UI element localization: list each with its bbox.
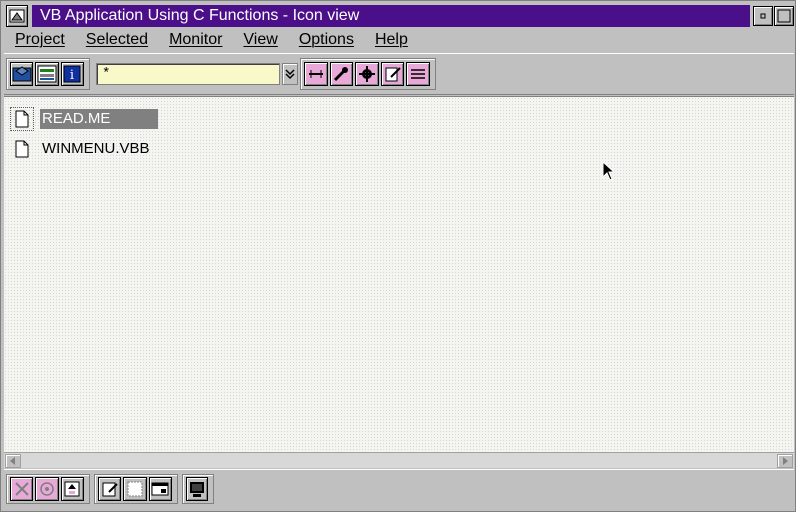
info-button[interactable]: i [60,62,84,86]
file-name: WINMENU.VBB [42,140,150,157]
open-folder-button[interactable] [10,62,34,86]
minimize-icon [760,13,766,19]
menu-options[interactable]: Options [299,29,354,51]
document-icon [15,140,29,158]
monitor-icon [151,482,169,496]
menu-bar: Project Selected Monitor View Options He… [4,28,794,52]
menu-help[interactable]: Help [375,29,408,51]
tree-view-button[interactable] [35,62,59,86]
file-name: READ.ME [40,109,158,129]
title-bar[interactable]: VB Application Using C Functions - Icon … [4,4,794,28]
monitor-button[interactable] [148,477,172,501]
menu-view[interactable]: View [243,29,277,51]
notepad-button[interactable] [98,477,122,501]
minimize-button[interactable] [753,6,773,26]
file-icon-wrap [10,107,34,131]
chevron-down-icon [285,69,295,80]
notepad-icon [102,482,118,497]
file-item-read-me[interactable]: READ.ME [10,107,158,131]
bottom-toolbar [4,469,794,509]
horizontal-scrollbar[interactable] [4,452,794,468]
scroll-right-button[interactable] [777,454,793,468]
toolbar-group-left: i [6,58,90,90]
edit-button[interactable] [380,62,405,86]
file-item-winmenu-vbb[interactable]: WINMENU.VBB [10,137,152,161]
window-icon [127,481,143,497]
system-menu-button[interactable] [6,5,28,27]
file-icon-wrap [10,137,34,161]
svg-text:i: i [70,68,74,83]
blank-window-button[interactable] [123,477,147,501]
tools-icon [14,482,29,496]
maximize-button[interactable] [774,6,794,26]
gear-button[interactable] [355,62,379,86]
open-folder-icon [12,66,32,82]
view-icon [40,482,54,496]
filter-dropdown-button[interactable] [282,63,298,85]
terminal-button[interactable] [186,477,208,501]
sort-icon [64,481,80,497]
menu-project[interactable]: Project [15,29,65,51]
mouse-pointer-icon [602,161,616,181]
wrench-button[interactable] [329,62,354,86]
scroll-left-button[interactable] [5,454,21,468]
system-menu-icon [9,9,25,23]
maximize-icon [777,9,791,23]
list-icon [411,69,426,79]
bottom-group-1 [6,474,90,504]
bottom-group-3 [182,474,214,504]
menu-selected[interactable]: Selected [86,29,148,51]
window-title: VB Application Using C Functions - Icon … [32,5,750,27]
gear-icon [358,66,375,82]
filter-input[interactable]: * [96,63,280,85]
edit-icon [385,67,401,82]
toolbar: i * [4,53,794,95]
info-icon: i [63,65,81,83]
arrow-left-icon [10,457,15,465]
terminal-icon [190,482,204,497]
wrench-icon [334,67,349,82]
list-button[interactable] [406,62,430,86]
build-button[interactable] [304,62,328,86]
build-icon [308,70,323,78]
tree-icon [37,65,57,83]
application-window: VB Application Using C Functions - Icon … [0,0,796,512]
menu-monitor[interactable]: Monitor [169,29,222,51]
document-icon [15,110,29,128]
view-button[interactable] [35,477,59,501]
tools-button[interactable] [10,477,34,501]
sort-button[interactable] [60,477,84,501]
toolbar-group-right [300,58,436,90]
arrow-right-icon [783,457,788,465]
icon-view-area[interactable]: READ.ME WINMENU.VBB [4,96,794,452]
bottom-group-2 [94,474,178,504]
